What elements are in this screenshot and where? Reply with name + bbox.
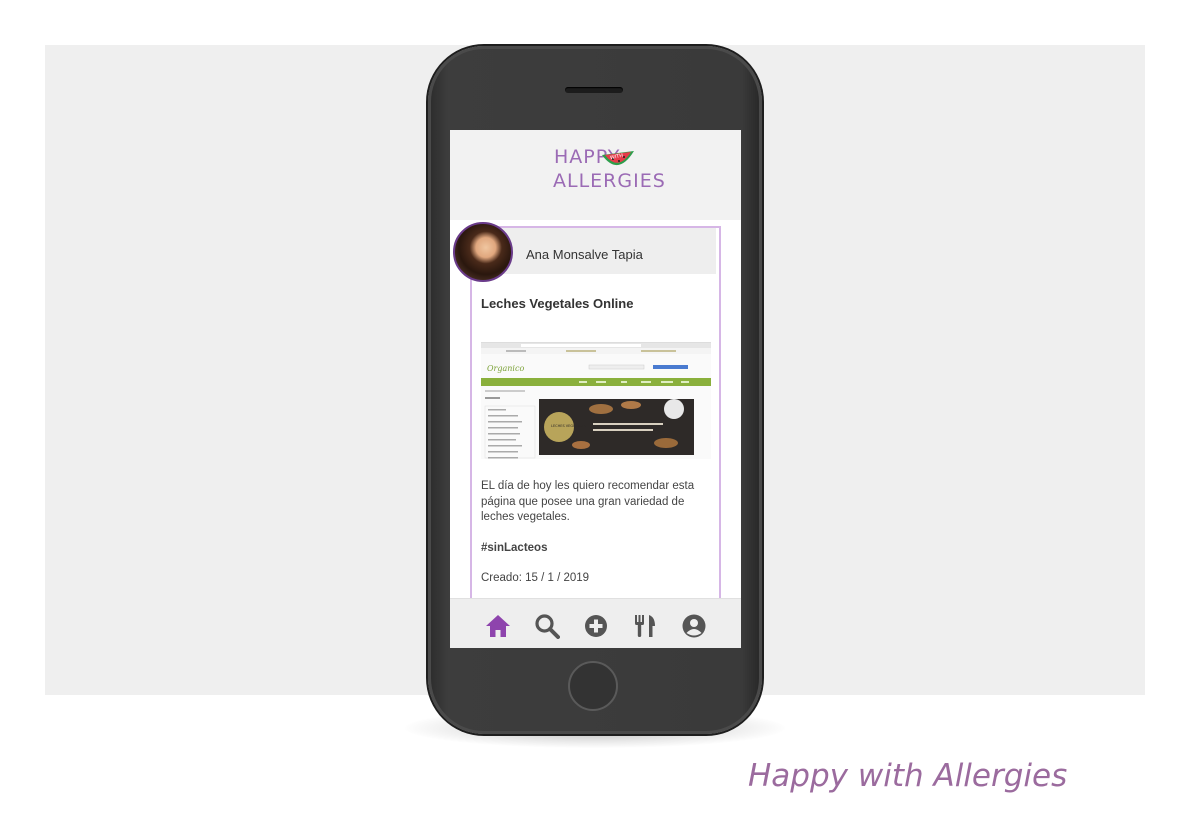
post-hashtag[interactable]: #sinLacteos — [481, 542, 547, 554]
post-body: EL día de hoy les quiero recomendar esta… — [481, 480, 695, 523]
thumb-site-logo: Organico — [487, 364, 524, 373]
app-logo[interactable]: HAPPY WITH ALLERGIES — [550, 142, 665, 206]
search-icon[interactable] — [534, 613, 560, 639]
bottom-tab-bar — [450, 598, 741, 648]
post-image[interactable]: Organico LECHES VEGETALES — [481, 342, 711, 459]
presentation-caption: Happy with Allergies — [748, 758, 1068, 794]
home-icon[interactable] — [485, 613, 511, 639]
app-header: HAPPY WITH ALLERGIES — [450, 130, 741, 220]
post-feed[interactable]: Ana Monsalve Tapia Leches Vegetales Onli… — [450, 220, 741, 598]
account-icon[interactable] — [681, 613, 707, 639]
author-name[interactable]: Ana Monsalve Tapia — [526, 247, 643, 262]
logo-text-allergies: ALLERGIES — [553, 170, 666, 192]
thumb-banner-badge: LECHES VEGETALES — [551, 424, 587, 428]
restaurant-icon[interactable] — [632, 613, 658, 639]
phone-mockup: HAPPY WITH ALLERGIES Ana Monsalve Tapia … — [428, 46, 762, 734]
app-screen: HAPPY WITH ALLERGIES Ana Monsalve Tapia … — [450, 130, 741, 648]
phone-speaker — [565, 87, 623, 93]
post-date: Creado: 15 / 1 / 2019 — [481, 572, 590, 584]
add-circle-icon[interactable] — [583, 613, 609, 639]
phone-home-button — [568, 661, 618, 711]
post-title: Leches Vegetales Online — [481, 296, 634, 311]
author-avatar[interactable] — [453, 222, 513, 282]
